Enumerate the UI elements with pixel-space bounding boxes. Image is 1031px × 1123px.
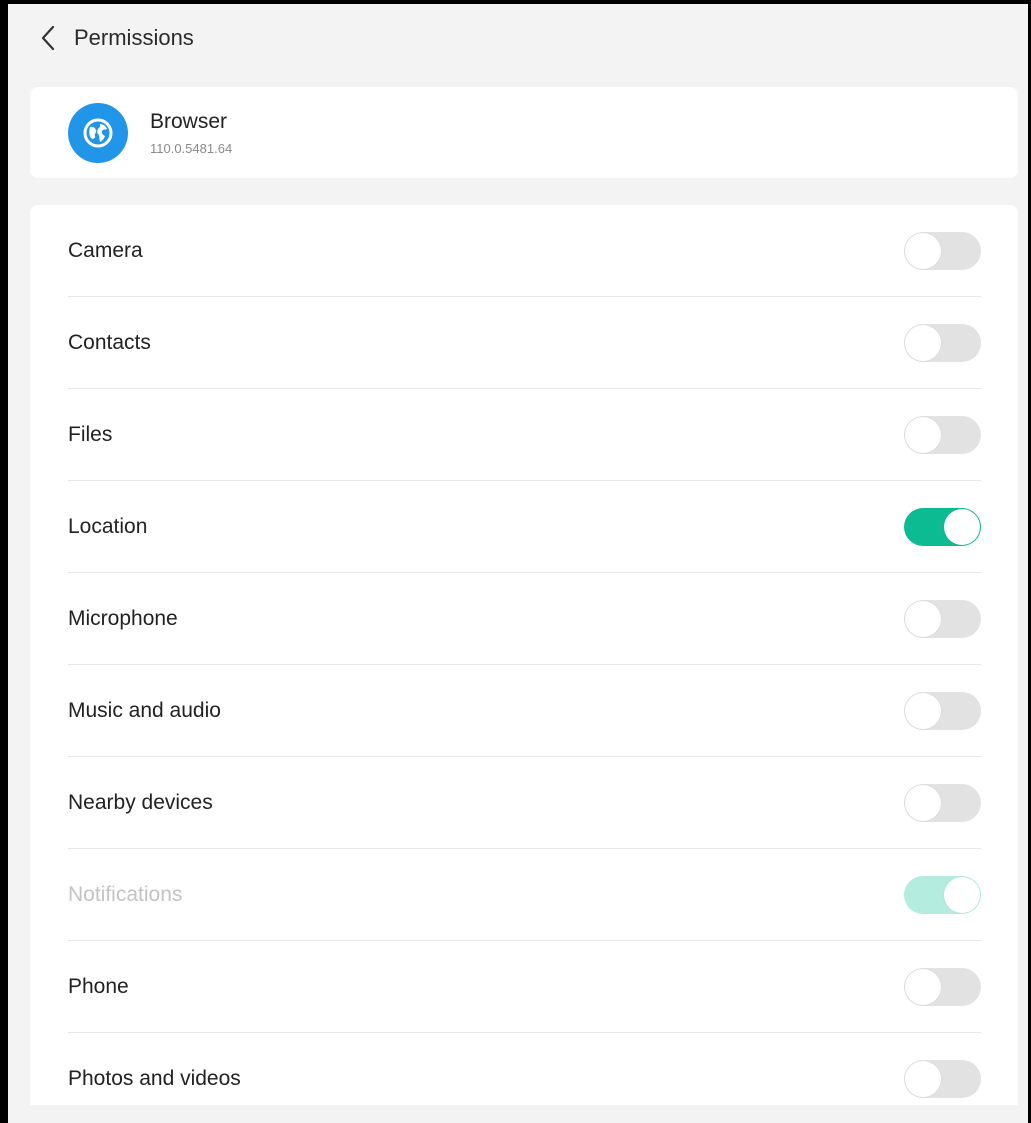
toggle-knob: [905, 693, 941, 729]
permission-row-files[interactable]: Files: [68, 389, 981, 481]
toggle-knob: [944, 509, 980, 545]
permission-label: Nearby devices: [68, 791, 213, 814]
permission-row-phone[interactable]: Phone: [68, 941, 981, 1033]
permission-label: Microphone: [68, 607, 178, 630]
music-and-audio-toggle[interactable]: [904, 692, 981, 730]
permission-row-location[interactable]: Location: [68, 481, 981, 573]
app-version: 110.0.5481.64: [150, 140, 233, 156]
permission-label: Location: [68, 515, 148, 538]
microphone-toggle[interactable]: [904, 600, 981, 638]
toggle-knob: [905, 785, 941, 821]
permission-row-camera[interactable]: Camera: [68, 205, 981, 297]
chevron-left-icon[interactable]: [34, 24, 62, 52]
toggle-knob: [905, 969, 941, 1005]
toggle-knob: [905, 1061, 941, 1097]
toggle-knob: [905, 601, 941, 637]
location-toggle[interactable]: [904, 508, 981, 546]
permission-row-nearby-devices[interactable]: Nearby devices: [68, 757, 981, 849]
nearby-devices-toggle[interactable]: [904, 784, 981, 822]
camera-toggle[interactable]: [904, 232, 981, 270]
permission-label: Music and audio: [68, 699, 221, 722]
window-frame-top: [0, 0, 1031, 4]
toggle-knob: [905, 233, 941, 269]
app-info-card: Browser 110.0.5481.64: [30, 87, 1018, 178]
permission-label: Notifications: [68, 883, 183, 906]
files-toggle[interactable]: [904, 416, 981, 454]
window-frame-left: [0, 0, 8, 1123]
toggle-knob: [905, 417, 941, 453]
top-bar: Permissions: [30, 14, 194, 62]
permission-row-contacts[interactable]: Contacts: [68, 297, 981, 389]
permission-row-music-and-audio[interactable]: Music and audio: [68, 665, 981, 757]
permission-label: Phone: [68, 975, 129, 998]
permission-label: Camera: [68, 239, 143, 262]
app-name: Browser: [150, 109, 228, 133]
notifications-toggle: [904, 876, 981, 914]
permission-row-notifications: Notifications: [68, 849, 981, 941]
contacts-toggle[interactable]: [904, 324, 981, 362]
permission-label: Photos and videos: [68, 1067, 241, 1090]
permissions-list: Camera Contacts Files Location Microphon…: [30, 205, 1018, 1105]
permission-row-photos-and-videos[interactable]: Photos and videos: [68, 1033, 981, 1105]
phone-toggle[interactable]: [904, 968, 981, 1006]
toggle-knob: [944, 877, 980, 913]
toggle-knob: [905, 325, 941, 361]
permission-row-microphone[interactable]: Microphone: [68, 573, 981, 665]
permission-label: Contacts: [68, 331, 151, 354]
page-title: Permissions: [74, 25, 194, 50]
photos-and-videos-toggle[interactable]: [904, 1060, 981, 1098]
globe-icon: [68, 102, 128, 163]
permission-label: Files: [68, 423, 113, 446]
